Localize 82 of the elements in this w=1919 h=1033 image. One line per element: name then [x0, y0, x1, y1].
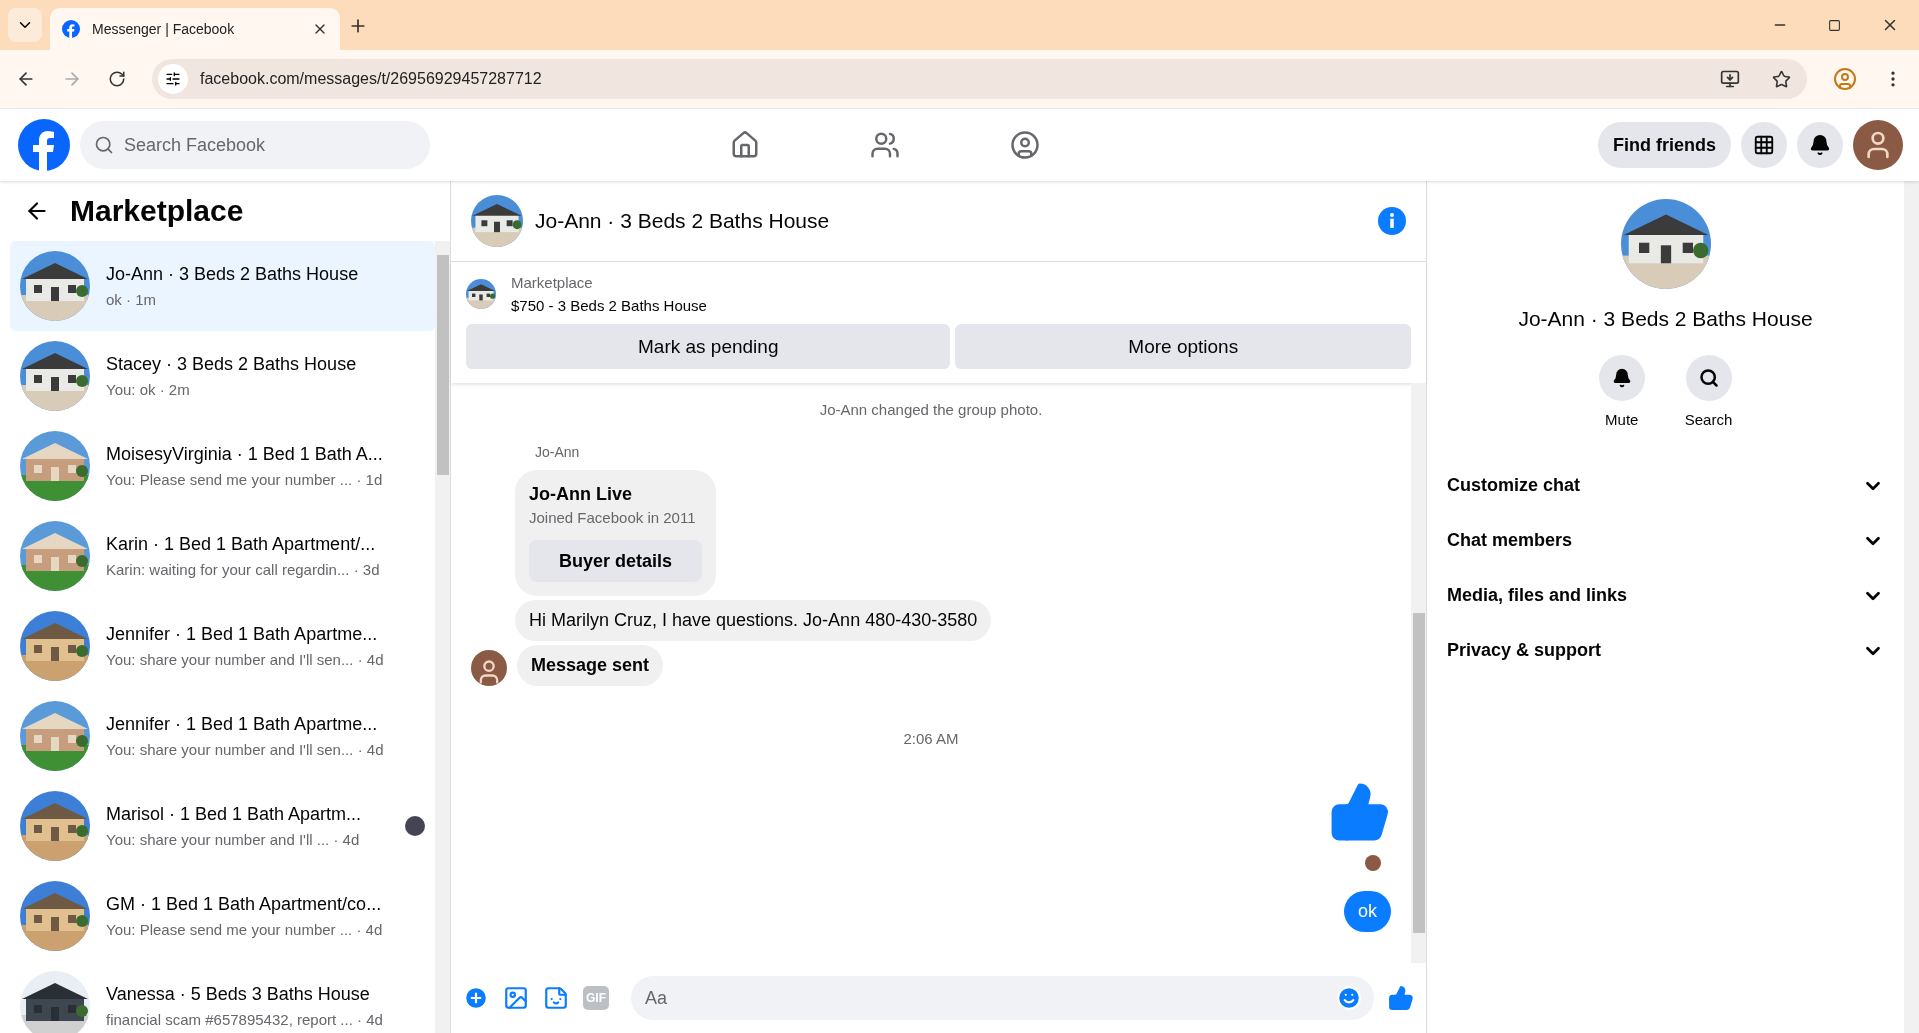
like-icon[interactable] [1388, 985, 1414, 1011]
conversation-item[interactable]: Marisol · 1 Bed 1 Bath Apartm... You: share your number and I'll ... · 4d [10, 781, 435, 871]
scrollbar[interactable] [1411, 383, 1426, 963]
sender-name: Jo-Ann [535, 444, 581, 460]
conversation-item[interactable]: Jo-Ann · 3 Beds 2 Baths House ok · 1m [10, 241, 435, 331]
conversation-item[interactable]: Jennifer · 1 Bed 1 Bath Apartme... You: share your number and I'll sen... · 4d [10, 691, 435, 781]
message-bubble: ok [1344, 891, 1391, 932]
conversation-item[interactable]: Stacey · 3 Beds 2 Baths House You: ok · 2m [10, 331, 435, 421]
conversation-name: MoisesyVirginia · 1 Bed 1 Bath A... [106, 444, 384, 465]
conversation-name: Jennifer · 1 Bed 1 Bath Apartme... [106, 714, 379, 735]
address-bar[interactable]: facebook.com/messages/t/26956929457287712 [152, 59, 1807, 99]
listing-label: Marketplace [511, 274, 594, 291]
listing-title[interactable]: $750 - 3 Beds 2 Baths House [511, 297, 707, 314]
tab-title: Messenger | Facebook [92, 21, 236, 37]
bookmark-star-icon[interactable] [1772, 69, 1791, 89]
search-field[interactable]: Search Facebook [80, 121, 430, 169]
read-receipt-avatar [1365, 855, 1381, 871]
notifications-icon[interactable] [1797, 122, 1843, 168]
buyer-details-button[interactable]: Buyer details [529, 540, 703, 582]
conversation-item[interactable]: MoisesyVirginia · 1 Bed 1 Bath A... You: Please send me your number ... · 1d [10, 421, 435, 511]
avatar[interactable] [471, 650, 507, 686]
listing-action-button[interactable]: Mark as pending [466, 324, 951, 369]
message-bubble: Hi Marilyn Cruz, I have questions. Jo-Ann 480-430-3580 [515, 600, 992, 641]
facebook-logo[interactable] [18, 119, 70, 171]
conversation-name: Jennifer · 1 Bed 1 Bath Apartme... [106, 624, 379, 645]
conversation-name: Marisol · 1 Bed 1 Bath Apartm... [106, 804, 363, 825]
restore-icon[interactable] [1828, 18, 1841, 32]
conversation-item[interactable]: Karin · 1 Bed 1 Bath Apartment/... Karin: waiting for your call regardin... · 3d [10, 511, 435, 601]
conversation-name: Stacey · 3 Beds 2 Baths House [106, 354, 358, 375]
system-message: Jo-Ann changed the group photo. [819, 401, 1043, 418]
details-section[interactable]: Customize chat [1447, 458, 1884, 513]
bell-icon [1611, 368, 1632, 388]
conversation-preview: Karin: waiting for your call regardin... · 3d [106, 561, 381, 578]
url-text: facebook.com/messages/t/26956929457287712 [200, 70, 543, 88]
sidebar-title: Marketplace [70, 194, 244, 228]
friends-icon[interactable] [870, 130, 900, 160]
details-section[interactable]: Chat members [1447, 513, 1884, 568]
add-icon[interactable] [463, 985, 489, 1011]
sticker-icon[interactable] [543, 985, 569, 1011]
card-title: Jo-Ann Live [529, 484, 633, 505]
menu-grid-icon[interactable] [1741, 122, 1787, 168]
listing-action-button[interactable]: More options [955, 324, 1411, 369]
scrollbar[interactable] [435, 241, 450, 1033]
details-section[interactable]: Media, files and links [1447, 568, 1884, 623]
account-avatar[interactable] [1853, 120, 1903, 170]
conversation-item[interactable]: Vanessa · 5 Beds 3 Baths House financial scam #657895432, report ... · 4d [10, 961, 435, 1033]
chat-name: Jo-Ann · 3 Beds 2 Baths House [1518, 307, 1813, 331]
conversation-preview: You: Please send me your number ... · 4d [106, 921, 384, 938]
groups-icon[interactable] [1010, 130, 1040, 160]
timestamp: 2:06 AM [903, 730, 959, 747]
search-icon [1698, 368, 1719, 388]
info-icon[interactable] [1378, 207, 1406, 235]
conversation-name: Karin · 1 Bed 1 Bath Apartment/... [106, 534, 377, 555]
find-friends-button[interactable]: Find friends [1598, 122, 1731, 168]
conversation-item[interactable]: GM · 1 Bed 1 Bath Apartment/co... You: Please send me your number ... · 4d [10, 871, 435, 961]
conversation-name: Jo-Ann · 3 Beds 2 Baths House [106, 264, 360, 285]
search-icon [94, 135, 114, 155]
conversation-preview: You: Please send me your number ... · 1d [106, 471, 384, 488]
thumbs-up-icon [1329, 781, 1391, 843]
conversation-preview: You: share your number and I'll sen... · 4d [106, 651, 385, 668]
scrollbar[interactable] [1904, 181, 1919, 1033]
conversation-preview: You: ok · 2m [106, 381, 191, 398]
image-icon[interactable] [503, 985, 529, 1011]
install-icon[interactable] [1720, 69, 1740, 89]
card-subtitle: Joined Facebook in 2011 [529, 509, 697, 526]
details-section[interactable]: Privacy & support [1447, 623, 1884, 678]
reload-icon[interactable] [108, 70, 126, 88]
message-field[interactable]: Aa [631, 976, 1374, 1020]
facebook-icon [62, 20, 80, 38]
chat-title: Jo-Ann · 3 Beds 2 Baths House [535, 209, 831, 233]
home-icon[interactable] [730, 130, 760, 160]
conversation-preview: financial scam #657895432, report ... · 4d [106, 1011, 384, 1028]
conversation-preview: You: share your number and I'll sen... · 4d [106, 741, 385, 758]
profile-icon[interactable] [1833, 67, 1857, 91]
message-bubble: Message sent [517, 645, 664, 686]
conversation-name: GM · 1 Bed 1 Bath Apartment/co... [106, 894, 383, 915]
browser-tab[interactable]: Messenger | Facebook [50, 8, 340, 50]
conversation-preview: You: share your number and I'll ... · 4d [106, 831, 361, 848]
conversation-preview: ok · 1m [106, 291, 157, 308]
conversation-item[interactable]: Jennifer · 1 Bed 1 Bath Apartme... You: share your number and I'll sen... · 4d [10, 601, 435, 691]
site-settings-icon[interactable] [158, 64, 188, 94]
conversation-name: Vanessa · 5 Beds 3 Baths House [106, 984, 371, 1005]
